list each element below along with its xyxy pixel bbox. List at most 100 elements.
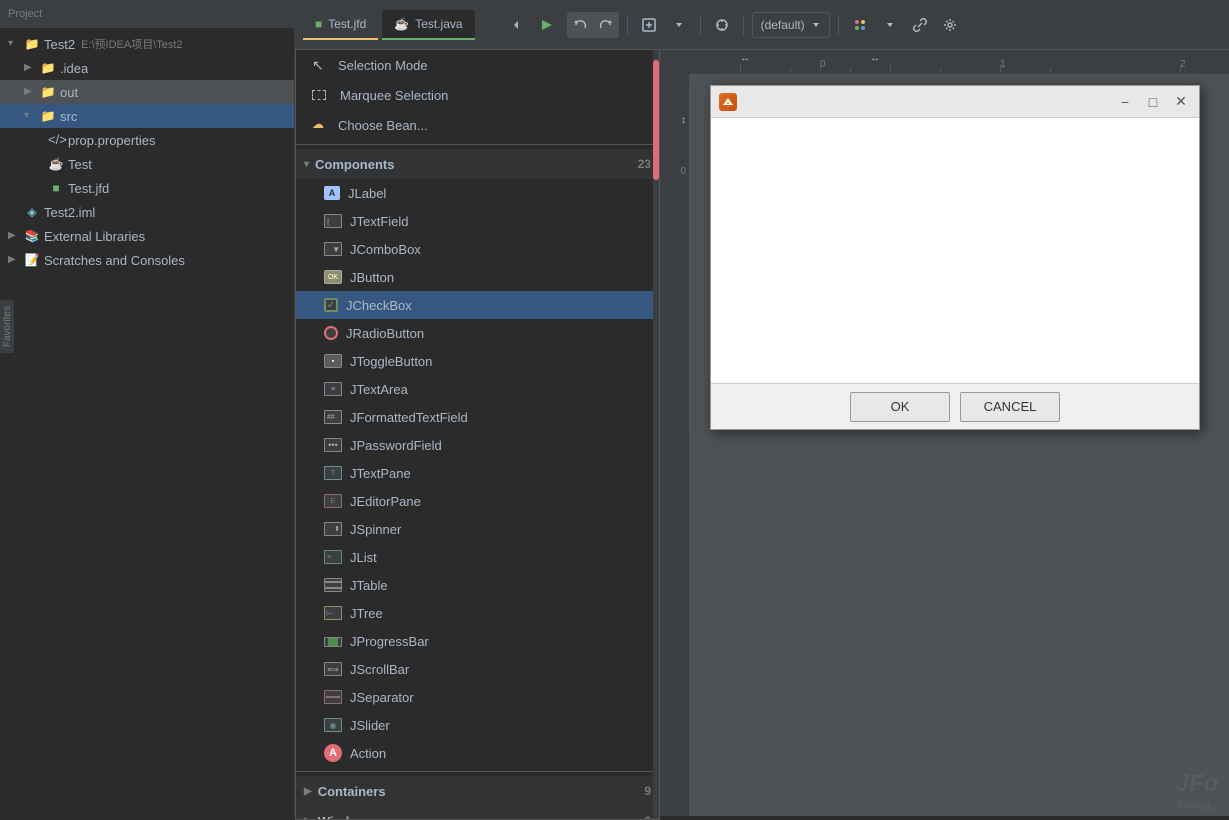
jseparator-label: JSeparator <box>350 690 414 705</box>
containers-section-header[interactable]: ▶ Containers 9 <box>296 776 659 806</box>
tree-item-test2[interactable]: ▾ 📁 Test2 E:\预IDEA项目\Test2 <box>0 32 294 56</box>
palette-item-jbutton[interactable]: OK JButton <box>296 263 659 291</box>
tab-label-testjava: Test.java <box>415 17 462 31</box>
palette-item-jradiobutton[interactable]: JRadioButton <box>296 319 659 347</box>
tree-label-iml: Test2.iml <box>44 205 95 220</box>
palette-item-jtable[interactable]: JTable <box>296 571 659 599</box>
jradiobutton-icon <box>324 326 338 340</box>
tree-label-scratches: Scratches and Consoles <box>44 253 185 268</box>
link-btn[interactable] <box>907 12 933 38</box>
selection-mode-label: Selection Mode <box>338 58 428 73</box>
palette-item-jspinner[interactable]: ⬍ JSpinner <box>296 515 659 543</box>
toolbar-sep1 <box>627 15 628 35</box>
palette-item-jeditorpane[interactable]: E JEditorPane <box>296 487 659 515</box>
palette-item-jpassword[interactable]: ••• JPasswordField <box>296 431 659 459</box>
palette-item-jcombobox[interactable]: ▼ JComboBox <box>296 235 659 263</box>
jlist-icon: ≡ <box>324 550 342 564</box>
undo-btn[interactable] <box>567 12 593 38</box>
tree-item-extlibs[interactable]: ▶ 📚 External Libraries <box>0 224 294 248</box>
marquee-mode-item[interactable]: Marquee Selection <box>296 80 659 110</box>
jbutton-label: JButton <box>350 270 394 285</box>
palette-scrollbar-thumb[interactable] <box>653 60 659 180</box>
side-tab-favorites[interactable]: Favorites <box>0 300 14 353</box>
watermark-sub: Swing... <box>1176 798 1221 812</box>
components-section-header[interactable]: ▾ Components 23 <box>296 149 659 179</box>
windows-section-header[interactable]: ▶ Windows 6 <box>296 806 659 820</box>
palette-item-action[interactable]: A Action <box>296 739 659 767</box>
toolbar-sep2 <box>700 15 701 35</box>
jtree-label: JTree <box>350 606 383 621</box>
dialog-restore-btn[interactable]: □ <box>1143 92 1163 112</box>
tree-item-testjfd[interactable]: ■ Test.jfd <box>0 176 294 200</box>
file-icon-testjfd: ■ <box>48 180 64 196</box>
tree-path-test2: E:\预IDEA项目\Test2 <box>81 36 182 52</box>
folder-icon-test2: 📁 <box>24 36 40 52</box>
containers-arrow: ▶ <box>304 786 312 797</box>
palette-item-jlabel[interactable]: A JLabel <box>296 179 659 207</box>
selection-mode-item[interactable]: ↖ Selection Mode <box>296 50 659 80</box>
dialog-close-btn[interactable]: ✕ <box>1171 92 1191 112</box>
sync-btn[interactable] <box>709 12 735 38</box>
palette-item-jscrollbar[interactable]: ⟺ JScrollBar <box>296 655 659 683</box>
tree-arrow-out: ▶ <box>24 86 36 98</box>
windows-arrow: ▶ <box>304 816 312 820</box>
tab-icon-testjfd: ■ <box>315 17 322 31</box>
dialog-ok-button[interactable]: OK <box>850 392 950 422</box>
design-canvas[interactable]: − □ ✕ OK CANCEL <box>690 75 1229 816</box>
choose-bean-icon: ☁ <box>312 117 328 133</box>
tab-testjava[interactable]: ☕ Test.java <box>382 10 474 40</box>
file-icon-iml: ◈ <box>24 204 40 220</box>
settings-btn[interactable] <box>937 12 963 38</box>
run-btn[interactable] <box>533 12 559 38</box>
tree-arrow-extlibs: ▶ <box>8 230 20 242</box>
jtogglebutton-label: JToggleButton <box>350 354 432 369</box>
tree-item-props[interactable]: </> prop.properties <box>0 128 294 152</box>
palette-item-jtogglebutton[interactable]: ▪ JToggleButton <box>296 347 659 375</box>
dropdown-color-btn[interactable] <box>877 12 903 38</box>
tree-item-iml[interactable]: ◈ Test2.iml <box>0 200 294 224</box>
components-label: Components <box>315 157 394 172</box>
dialog-content <box>711 118 1199 388</box>
palette-item-jtextpane[interactable]: T JTextPane <box>296 459 659 487</box>
redo-btn[interactable] <box>593 12 619 38</box>
folder-icon-src: 📁 <box>40 108 56 124</box>
tree-item-idea[interactable]: ▶ 📁 .idea <box>0 56 294 80</box>
compile-btn[interactable] <box>636 12 662 38</box>
palette-item-jlist[interactable]: ≡ JList <box>296 543 659 571</box>
profile-dropdown[interactable]: (default) <box>752 12 830 38</box>
tree-item-scratches[interactable]: ▶ 📝 Scratches and Consoles <box>0 248 294 272</box>
tree-item-test[interactable]: ☕ Test <box>0 152 294 176</box>
jprogressbar-label: JProgressBar <box>350 634 429 649</box>
palette-item-jseparator[interactable]: JSeparator <box>296 683 659 711</box>
jbutton-icon: OK <box>324 270 342 284</box>
palette-item-jformatted[interactable]: ## JFormattedTextField <box>296 403 659 431</box>
side-tabs: Favorites <box>0 300 14 500</box>
jcheckbox-icon: ✓ <box>324 298 338 312</box>
palette-item-jtree[interactable]: ⊢ JTree <box>296 599 659 627</box>
palette-item-jslider[interactable]: ◉ JSlider <box>296 711 659 739</box>
jtextpane-label: JTextPane <box>350 466 411 481</box>
dialog-minimize-btn[interactable]: − <box>1115 92 1135 112</box>
palette-item-jcheckbox[interactable]: ✓ JCheckBox <box>296 291 659 319</box>
tab-testjfd[interactable]: ■ Test.jfd <box>303 10 378 40</box>
color-btn[interactable] <box>847 12 873 38</box>
folder-icon-extlibs: 📚 <box>24 228 40 244</box>
jslider-label: JSlider <box>350 718 390 733</box>
palette-item-jtextfield[interactable]: | JTextField <box>296 207 659 235</box>
choose-bean-item[interactable]: ☁ Choose Bean... <box>296 110 659 140</box>
ruler-left: ↕ 0 <box>660 75 690 816</box>
tree-item-out[interactable]: ▶ 📁 out <box>0 80 294 104</box>
selection-mode-icon: ↖ <box>312 57 328 73</box>
tree-item-src[interactable]: ▾ 📁 src <box>0 104 294 128</box>
palette-item-jtextarea[interactable]: ≡ JTextArea <box>296 375 659 403</box>
toolbar-sep4 <box>838 15 839 35</box>
dropdown-arrow-btn[interactable] <box>666 12 692 38</box>
palette-scrollbar[interactable] <box>653 50 659 819</box>
tab-icon-testjava: ☕ <box>394 17 409 31</box>
jtextpane-icon: T <box>324 466 342 480</box>
palette-item-jprogressbar[interactable]: JProgressBar <box>296 627 659 655</box>
tree-arrow-src: ▾ <box>24 110 36 122</box>
back-btn[interactable] <box>503 12 529 38</box>
dialog-cancel-button[interactable]: CANCEL <box>960 392 1060 422</box>
jspinner-label: JSpinner <box>350 522 401 537</box>
